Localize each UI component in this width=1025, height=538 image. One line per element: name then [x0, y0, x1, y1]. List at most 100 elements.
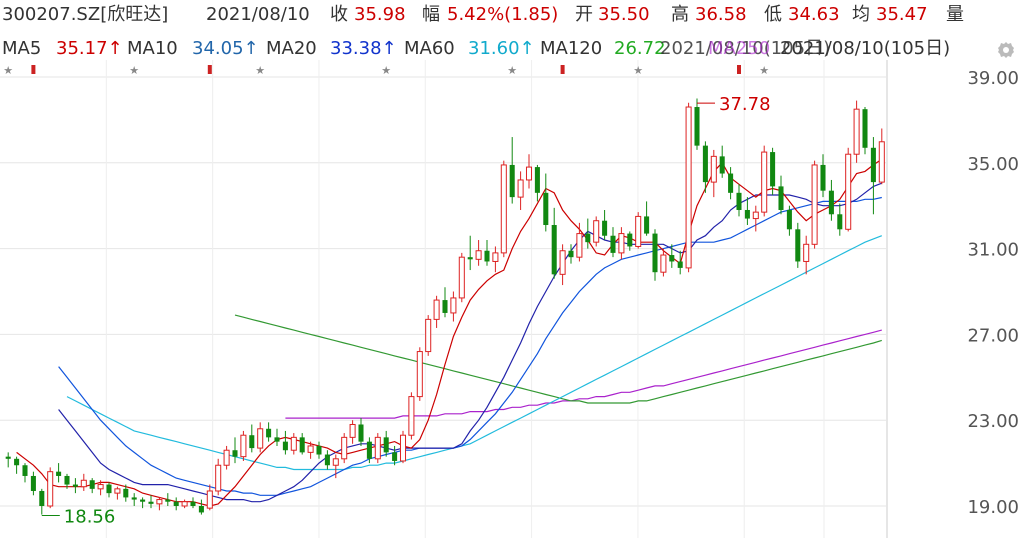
min-price-label: 18.56 — [64, 506, 116, 527]
candle-body-down — [30, 475, 36, 491]
candle-body-down — [509, 164, 515, 198]
change-value: 5.42%(1.85) — [447, 4, 559, 25]
ma20-value: 33.38↑ — [330, 38, 397, 59]
candle-body-down — [736, 192, 742, 210]
candle-body-down — [123, 488, 129, 498]
candle-body-up — [307, 445, 314, 453]
candle-body-down — [610, 235, 616, 253]
candle-body-down — [534, 167, 540, 193]
candle-body-down — [644, 216, 650, 234]
candle-body-down — [89, 480, 95, 489]
candle-body-down — [299, 437, 305, 453]
candle-body-up — [290, 436, 297, 451]
gear-icon[interactable] — [996, 40, 1016, 60]
event-star-icon: ★ — [129, 64, 139, 77]
candle-body-up — [458, 256, 465, 299]
candle-body-down — [467, 257, 473, 260]
period-label: 2021/08/10(105日) — [780, 38, 951, 59]
ma5-line — [16, 158, 883, 507]
candle-body-up — [811, 164, 818, 245]
candle-body-down — [627, 233, 633, 247]
ma60-value: 31.60↑ — [468, 38, 535, 59]
candle-body-up — [206, 490, 213, 509]
close-label: 收 — [330, 4, 348, 25]
candle-body-up — [332, 458, 339, 466]
ma120-value: 26.72 — [614, 38, 666, 59]
low-label: 低 — [764, 4, 782, 25]
candle-body-down — [165, 499, 171, 502]
candle-body-down — [324, 454, 330, 466]
candle-body-down — [140, 499, 146, 502]
event-star-icon: ★ — [507, 64, 517, 77]
event-flag-icon — [207, 65, 212, 74]
candle-body-down — [56, 471, 62, 476]
candle-body-up — [525, 166, 533, 181]
candle-body-down — [190, 501, 196, 506]
ma5-value: 35.17↑ — [56, 38, 123, 59]
candle-body-up — [433, 299, 440, 320]
ma10-value: 34.05↑ — [192, 38, 259, 59]
stock-code[interactable]: 300207.SZ[欣旺达] — [2, 4, 168, 26]
candle-body-down — [820, 164, 826, 191]
candle-body-down — [551, 225, 557, 275]
event-flag-icon — [560, 65, 565, 74]
y-tick-label: 35.00 — [967, 154, 1019, 175]
candle-body-down — [198, 506, 204, 513]
candlestick-chart[interactable]: 39.00 35.00 31.00 27.00 23.00 19.00 ★ ★ ★ ★ ★ ★ ★ 37.… — [0, 60, 1025, 538]
candle-body-down — [677, 261, 683, 268]
candle-body-down — [148, 501, 154, 504]
avg-value: 35.47 — [876, 4, 928, 25]
candle-body-up — [803, 243, 810, 262]
candle-body-up — [341, 436, 348, 460]
candle-body-down — [862, 109, 868, 148]
candle-body-down — [316, 445, 322, 455]
candle-body-down — [282, 441, 288, 451]
candle-body-up — [156, 499, 163, 505]
candle-body-down — [366, 441, 372, 459]
candle-body-down — [669, 255, 675, 262]
candle-body-up — [374, 436, 381, 460]
candle-body-down — [392, 452, 398, 461]
candle-body-up — [47, 471, 54, 507]
y-tick-label: 19.00 — [967, 497, 1019, 518]
candle-body-down — [728, 173, 734, 193]
candle-body-down — [14, 458, 20, 466]
candle-body-up — [559, 250, 566, 275]
ma250-line — [285, 329, 882, 419]
candle-body-up — [425, 318, 432, 353]
event-star-icon: ★ — [381, 64, 391, 77]
candle-body-up — [761, 151, 768, 213]
candle-body-down — [702, 145, 708, 183]
candle-body-down — [274, 437, 280, 442]
candle-body-up — [752, 211, 759, 220]
candle-body-up — [349, 423, 356, 438]
event-star-icon: ★ — [759, 64, 769, 77]
candle-body-up — [635, 215, 642, 247]
candle-body-up — [878, 141, 885, 183]
candle-body-down — [786, 209, 792, 230]
ma5-label: MA5 — [2, 38, 42, 59]
event-flag-icon — [737, 65, 741, 74]
high-value: 36.58 — [695, 4, 747, 25]
candle-body-up — [475, 250, 482, 260]
candle-body-up — [845, 153, 852, 230]
candle-body-down — [5, 456, 11, 459]
candle-body-up — [80, 479, 87, 488]
candle-body-down — [383, 437, 389, 453]
candle-body-down — [870, 147, 876, 183]
candle-body-up — [618, 233, 625, 254]
candle-body-up — [399, 434, 407, 462]
candle-body-down — [249, 435, 255, 449]
candle-body-up — [450, 297, 457, 314]
y-tick-label: 31.00 — [967, 240, 1019, 261]
candle-body-down — [837, 214, 843, 230]
ma10-label: MA10 — [127, 38, 178, 59]
ma10-line — [58, 182, 883, 503]
candle-body-up — [492, 252, 499, 262]
candle-body-down — [694, 107, 700, 146]
open-label: 开 — [575, 4, 593, 25]
candle-body-up — [257, 428, 264, 449]
candle-body-down — [266, 428, 272, 438]
candle-body-down — [778, 186, 784, 210]
open-value: 35.50 — [598, 4, 650, 25]
